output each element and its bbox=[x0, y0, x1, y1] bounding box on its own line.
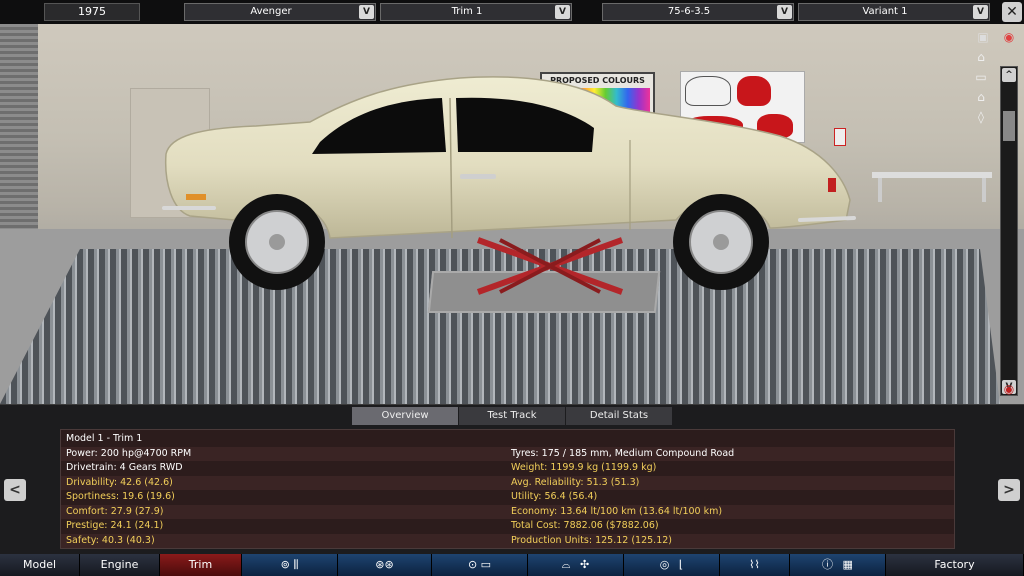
nav-testing[interactable]: ⓘ ▦ bbox=[790, 554, 886, 576]
nav-interior[interactable]: ◎ ⌊ bbox=[624, 554, 720, 576]
stat-left-value: Drivability: 42.6 (42.6) bbox=[66, 476, 173, 488]
car-front-icon[interactable]: ⌂ bbox=[970, 50, 992, 64]
workbench bbox=[872, 172, 992, 178]
tab-overview[interactable]: Overview bbox=[352, 407, 458, 425]
seat-icon: ⌊ bbox=[678, 558, 684, 571]
camera-icon[interactable]: ▣ bbox=[972, 30, 994, 44]
engine-select-value: 75-6-3.5 bbox=[667, 6, 711, 17]
stat-left-value: Prestige: 24.1 (24.1) bbox=[66, 520, 164, 531]
next-button[interactable]: > bbox=[998, 479, 1020, 501]
checkered-flag-icon: ▦ bbox=[842, 558, 853, 571]
stat-right-value: Weight: 1199.9 kg (1199.9 kg) bbox=[511, 462, 657, 473]
stat-right-value: Tyres: 175 / 185 mm, Medium Compound Roa… bbox=[511, 447, 735, 459]
steering-wheel-icon: ◎ bbox=[659, 558, 670, 571]
trim-select-value: Trim 1 bbox=[451, 6, 483, 17]
scroll-thumb[interactable] bbox=[1003, 111, 1015, 141]
stat-right-value: Total Cost: 7882.06 ($7882.06) bbox=[511, 520, 659, 531]
gearbox-icon: ⊚ ⫼ bbox=[280, 558, 299, 571]
stats-row: Drivetrain: 4 Gears RWD Weight: 1199.9 kg… bbox=[61, 461, 954, 475]
year-display: 1975 bbox=[44, 3, 140, 21]
nav-model[interactable]: Model bbox=[0, 554, 80, 576]
stats-row: Drivability: 42.6 (42.6) Avg. Reliability… bbox=[61, 475, 954, 490]
variant-select-value: Variant 1 bbox=[862, 6, 908, 17]
nav-gearbox[interactable]: ⊚ ⫼ bbox=[242, 554, 338, 576]
zoom-scrollbar[interactable]: ^ V bbox=[1000, 66, 1018, 396]
stat-right-value: Economy: 13.64 lt/100 km (13.64 lt/100 k… bbox=[511, 505, 723, 517]
stat-right-value: Avg. Reliability: 51.3 (51.3) bbox=[511, 476, 640, 488]
chevron-down-icon[interactable]: V bbox=[973, 5, 988, 19]
wheels-icon: ⊛⊛ bbox=[375, 558, 394, 571]
car-rear-icon[interactable]: ⌂ bbox=[970, 90, 992, 104]
stat-right-value: Utility: 56.4 (56.4) bbox=[511, 491, 598, 502]
trim-select[interactable]: Trim 1 V bbox=[380, 3, 572, 21]
stats-panel: Overview Test Track Detail Stats < > Mod… bbox=[0, 404, 1024, 554]
stats-row: Sportiness: 19.6 (19.6) Utility: 56.4 (56… bbox=[61, 490, 954, 504]
panel-tabs: Overview Test Track Detail Stats bbox=[352, 407, 673, 425]
garage-shutter bbox=[0, 24, 38, 229]
car-viewport[interactable]: PROPOSED COLOURS bbox=[0, 24, 1024, 404]
overview-stats: Model 1 - Trim 1 Power: 200 hp@4700 RPM Ty… bbox=[60, 429, 955, 549]
eye-icon[interactable]: ◉ bbox=[998, 30, 1020, 44]
chevron-down-icon[interactable]: V bbox=[359, 5, 374, 19]
car-model[interactable] bbox=[160, 70, 860, 290]
info-icon: ⓘ bbox=[822, 558, 834, 571]
stat-left-value: Model 1 - Trim 1 bbox=[66, 433, 143, 444]
nav-engine[interactable]: Engine bbox=[80, 554, 160, 576]
nav-wheels[interactable]: ⊛⊛ bbox=[338, 554, 432, 576]
close-button[interactable]: ✕ bbox=[1002, 2, 1022, 22]
stat-left-value: Safety: 40.3 (40.3) bbox=[66, 534, 155, 546]
stat-right-value: Production Units: 125.12 (125.12) bbox=[511, 534, 672, 546]
nav-body[interactable]: ⌓ ✣ bbox=[528, 554, 624, 576]
suspension-icon: ⌇⌇ bbox=[749, 558, 760, 571]
chevron-down-icon[interactable]: V bbox=[555, 5, 570, 19]
nav-suspension[interactable]: ⌇⌇ bbox=[720, 554, 790, 576]
car-top-icon[interactable]: ◊ bbox=[970, 110, 992, 124]
stats-row: Prestige: 24.1 (24.1) Total Cost: 7882.06… bbox=[61, 519, 954, 533]
eye-icon[interactable]: ◉ bbox=[998, 382, 1020, 396]
model-select[interactable]: Avenger V bbox=[184, 3, 376, 21]
nav-chassis[interactable]: ⊙ ▭ bbox=[432, 554, 528, 576]
engine-select[interactable]: 75-6-3.5 V bbox=[602, 3, 794, 21]
top-bar: 1975 Avenger V Trim 1 V 75-6-3.5 V Varia… bbox=[0, 0, 1024, 24]
stat-left-value: Comfort: 27.9 (27.9) bbox=[66, 505, 164, 517]
stat-left-value: Drivetrain: 4 Gears RWD bbox=[66, 462, 183, 473]
variant-select[interactable]: Variant 1 V bbox=[798, 3, 990, 21]
stat-left-value: Sportiness: 19.6 (19.6) bbox=[66, 491, 175, 502]
model-select-value: Avenger bbox=[250, 6, 292, 17]
chassis-icon: ⊙ ▭ bbox=[467, 558, 492, 571]
fan-icon: ✣ bbox=[579, 558, 590, 571]
stats-row: Model 1 - Trim 1 bbox=[61, 432, 954, 446]
prev-button[interactable]: < bbox=[4, 479, 26, 501]
workbench-leg bbox=[878, 178, 882, 202]
nav-trim[interactable]: Trim bbox=[160, 554, 242, 576]
chevron-down-icon[interactable]: V bbox=[777, 5, 792, 19]
body-icon: ⌓ bbox=[561, 558, 571, 571]
stats-row: Power: 200 hp@4700 RPM Tyres: 175 / 185 m… bbox=[61, 446, 954, 461]
stat-left-value: Power: 200 hp@4700 RPM bbox=[66, 447, 192, 459]
bottom-nav: Model Engine Trim ⊚ ⫼ ⊛⊛ ⊙ ▭ ⌓ ✣ ◎ ⌊ ⌇⌇ … bbox=[0, 554, 1024, 576]
nav-factory[interactable]: Factory bbox=[886, 554, 1024, 576]
stats-row: Comfort: 27.9 (27.9) Economy: 13.64 lt/10… bbox=[61, 504, 954, 519]
stats-row: Safety: 40.3 (40.3) Production Units: 125… bbox=[61, 533, 954, 548]
car-side-icon[interactable]: ▭ bbox=[970, 70, 992, 84]
scroll-up-button[interactable]: ^ bbox=[1002, 68, 1016, 82]
view-toolbar: ▣ ◉ ⌂ ▭ ⌂ ◊ ^ V ◉ bbox=[975, 24, 1024, 404]
tab-test-track[interactable]: Test Track bbox=[459, 407, 565, 425]
tab-detail-stats[interactable]: Detail Stats bbox=[566, 407, 672, 425]
